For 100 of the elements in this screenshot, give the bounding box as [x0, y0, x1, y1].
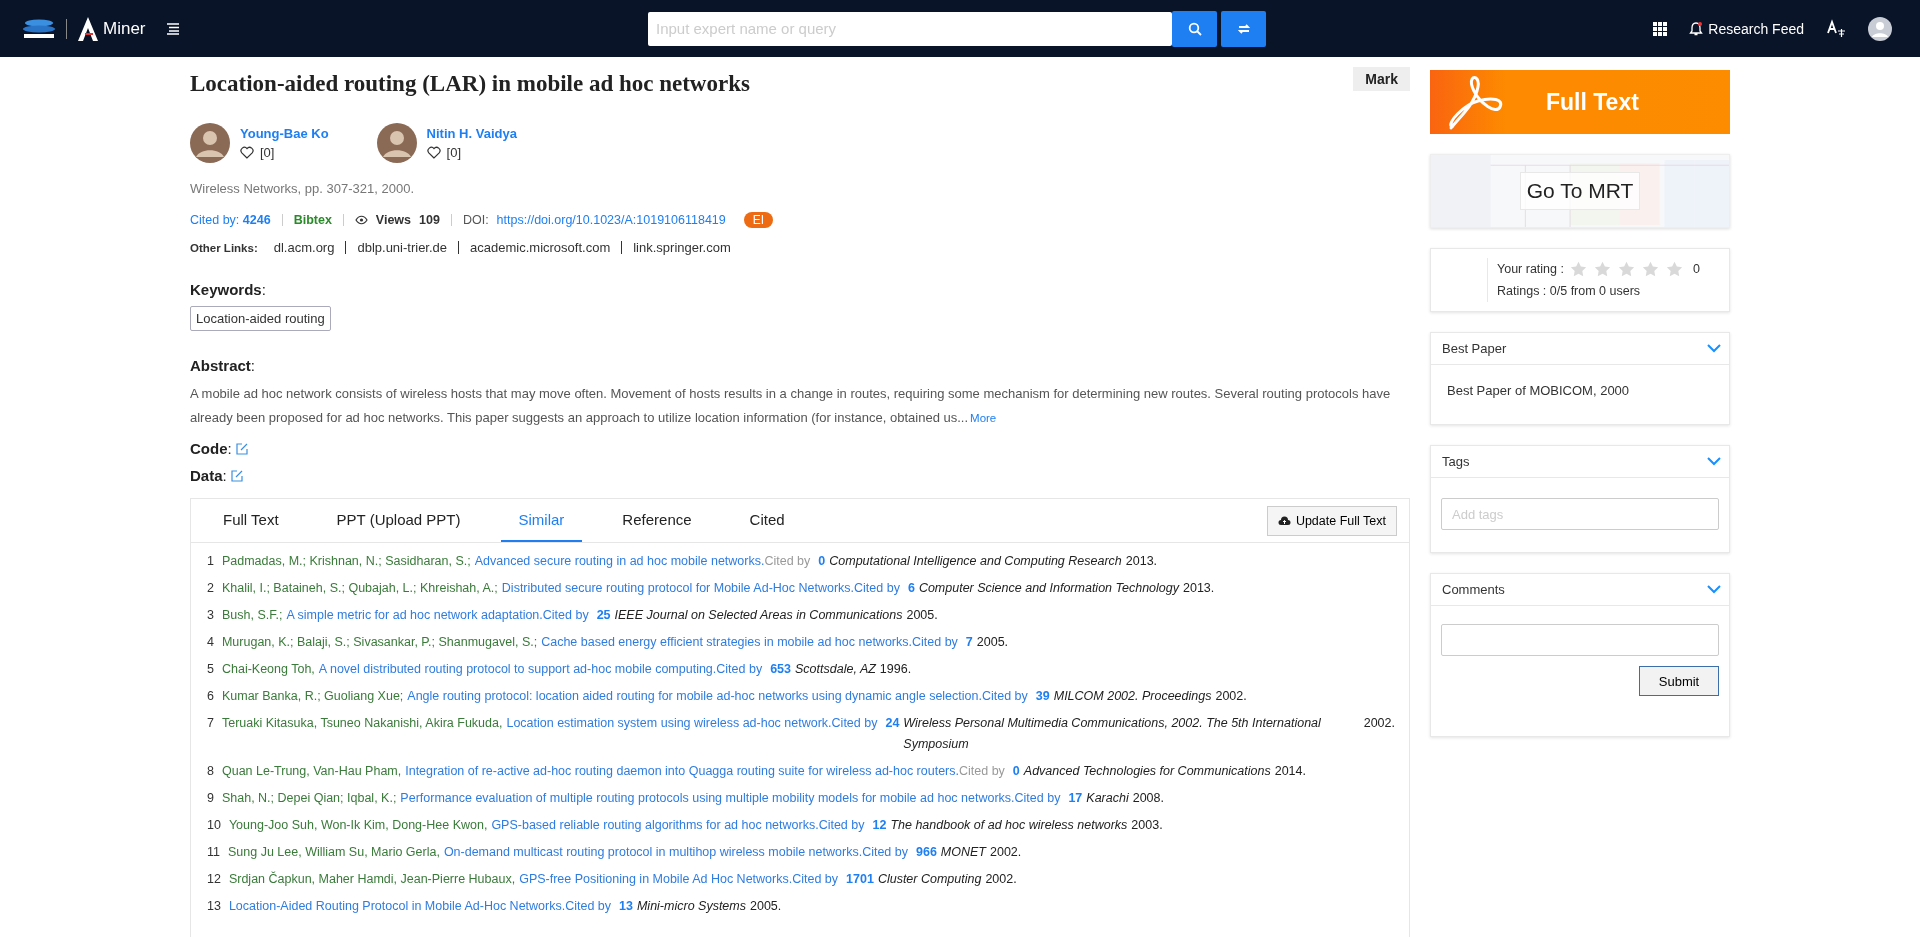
citation-count[interactable]: 1701 — [846, 869, 874, 890]
reference-venue: Mini-micro Systems — [636, 898, 746, 915]
cited-by-link[interactable]: Cited by: 4246 — [190, 213, 271, 227]
citation-count[interactable]: 17 — [1068, 788, 1083, 809]
star-icon[interactable] — [1593, 261, 1611, 277]
more-link[interactable]: More — [970, 412, 997, 424]
chevron-down-icon[interactable] — [1707, 585, 1721, 594]
tab[interactable]: Full Text — [205, 499, 297, 542]
author-name-link[interactable]: Young-Bae Ko — [240, 126, 329, 141]
tab[interactable]: Similar — [500, 499, 583, 542]
reference-venue: Computer Science and Information Technology — [918, 580, 1179, 597]
star-rating[interactable] — [1569, 261, 1683, 277]
reference-venue: The handbook of ad hoc wireless networks — [890, 817, 1128, 834]
reference-title-link[interactable]: On-demand multicast routing protocol in multihop wireless mobile networks. — [443, 842, 863, 863]
external-link[interactable]: dblp.uni-trier.de — [357, 240, 448, 255]
reference-venue: Advanced Technologies for Communications — [1023, 763, 1271, 780]
heart-icon[interactable] — [426, 146, 441, 159]
star-icon[interactable] — [1617, 261, 1635, 277]
citation-count[interactable]: 25 — [596, 605, 611, 626]
comment-input[interactable] — [1441, 624, 1719, 656]
citation-count[interactable]: 39 — [1035, 686, 1050, 707]
cloud-upload-icon — [1277, 515, 1291, 526]
switch-button[interactable] — [1221, 10, 1266, 47]
citation-count[interactable]: 24 — [885, 713, 900, 734]
external-link[interactable]: link.springer.com — [633, 240, 731, 255]
update-full-text-button[interactable]: Update Full Text — [1266, 505, 1397, 536]
tab[interactable]: Cited — [731, 499, 803, 542]
reference-year: 2002. — [985, 871, 1017, 888]
edit-icon[interactable] — [230, 469, 243, 482]
tab[interactable]: PPT (Upload PPT) — [318, 499, 479, 542]
logo-icon[interactable] — [22, 17, 56, 40]
citation-count[interactable]: 12 — [872, 815, 887, 836]
reference-title-link[interactable]: Location-Aided Routing Protocol in Mobile Ad-Hoc Networks. — [228, 896, 566, 917]
author-name-link[interactable]: Nitin H. Vaidya — [426, 126, 517, 141]
section-heading: Keywords: — [190, 281, 267, 298]
like-count: [0] — [260, 145, 275, 160]
reference-title-link[interactable]: Integration of re-active ad-hoc routing daemon into Quagga routing suite for wireless ad-hoc routers. — [405, 761, 959, 782]
cited-by-label: Cited by — [912, 634, 958, 651]
reference-title-link[interactable]: Angle routing protocol: location aided routing for mobile ad-hoc networks using dynamic angle selection. — [407, 686, 982, 707]
reference-year: 2002. — [990, 844, 1022, 861]
mark-button[interactable]: Mark — [1353, 67, 1410, 91]
citation-count[interactable]: 6 — [907, 578, 915, 599]
edit-icon[interactable] — [235, 442, 248, 455]
search-button[interactable] — [1172, 10, 1217, 47]
reference-title-link[interactable]: Performance evaluation of multiple routing protocols using multiple mobility models for mobile ad hoc networks. — [400, 788, 1015, 809]
chevron-down-icon[interactable] — [1707, 344, 1721, 353]
reference-title-link[interactable]: Advanced secure routing in ad hoc mobile networks. — [474, 551, 765, 572]
reference-title-link[interactable]: A novel distributed routing protocol to support ad-hoc mobile computing. — [318, 659, 717, 680]
paper-title: Location-aided routing (LAR) in mobile ad hoc networks — [190, 71, 750, 97]
citation-count[interactable]: 7 — [965, 632, 973, 653]
citation-count[interactable]: 653 — [770, 659, 792, 680]
apps-grid-icon[interactable] — [1653, 21, 1668, 36]
cited-by-label: Cited by — [818, 817, 865, 834]
section-heading: Abstract: — [190, 357, 257, 374]
full-text-button[interactable]: Full Text — [1430, 70, 1730, 134]
cited-by-label: Cited by — [981, 688, 1028, 705]
star-icon[interactable] — [1641, 261, 1659, 277]
author-avatar[interactable] — [190, 123, 230, 163]
doi-link[interactable]: https://doi.org/10.1023/A:1019106118419 — [496, 213, 726, 227]
menu-icon[interactable] — [165, 22, 180, 35]
external-link[interactable]: dl.acm.org — [273, 240, 335, 255]
rating-value: 0 — [1692, 261, 1700, 278]
reference-title-link[interactable]: Cache based energy efficient strategies in mobile ad hoc networks. — [541, 632, 912, 653]
citation-count[interactable]: 0 — [1012, 761, 1020, 782]
reference-year: 2013. — [1125, 553, 1158, 570]
reference-title-link[interactable]: GPS-based reliable routing algorithms for ad hoc networks. — [491, 815, 819, 836]
tab[interactable]: Reference — [604, 499, 710, 542]
reference-number: 1 — [207, 553, 214, 570]
card-title: Tags — [1442, 454, 1470, 469]
bibtex-link[interactable]: Bibtex — [293, 213, 332, 227]
reference-title-link[interactable]: GPS-free Positioning in Mobile Ad Hoc Networks. — [519, 869, 793, 890]
doi-label: DOI: — [462, 213, 489, 227]
citation-count[interactable]: 0 — [818, 551, 826, 572]
reference-year: 2005. — [750, 898, 782, 915]
cited-by-label: Cited by — [854, 580, 900, 597]
user-avatar-icon[interactable] — [1868, 16, 1892, 41]
reference-title-link[interactable]: Location estimation system using wireless ad-hoc network. — [506, 713, 832, 734]
chevron-down-icon[interactable] — [1707, 457, 1721, 466]
reference-authors: Sung Ju Lee, William Su, Mario Gerla, — [228, 844, 440, 861]
swap-icon — [1236, 21, 1251, 36]
citation-count[interactable]: 13 — [619, 896, 633, 917]
author-avatar[interactable] — [376, 123, 417, 163]
citation-count[interactable]: 966 — [916, 842, 937, 863]
logo-text[interactable]: Miner — [103, 18, 146, 39]
go-to-mrt-button[interactable]: Go To MRT — [1519, 172, 1641, 210]
reference-title-link[interactable]: A simple metric for ad hoc network adaptation. — [286, 605, 543, 626]
cited-by-label: Cited by — [1014, 790, 1061, 807]
submit-button[interactable]: Submit — [1639, 666, 1719, 696]
external-link[interactable]: academic.microsoft.com — [470, 240, 611, 255]
reference-authors: Bush, S.F.; — [221, 607, 283, 624]
star-icon[interactable] — [1569, 261, 1587, 277]
card-title: Best Paper — [1442, 341, 1507, 356]
heart-icon[interactable] — [240, 146, 254, 159]
research-feed-link[interactable]: Research Feed — [1689, 20, 1804, 37]
star-icon[interactable] — [1665, 261, 1683, 277]
translate-icon[interactable] — [1826, 18, 1846, 39]
keyword-tag[interactable]: Location-aided routing — [190, 306, 331, 331]
reference-title-link[interactable]: Distributed secure routing protocol for Mobile Ad-Hoc Networks. — [501, 578, 855, 599]
reference-authors: Shah, N.; Depei Qian; Iqbal, K.; — [221, 790, 397, 807]
logo-icon[interactable] — [77, 15, 99, 42]
